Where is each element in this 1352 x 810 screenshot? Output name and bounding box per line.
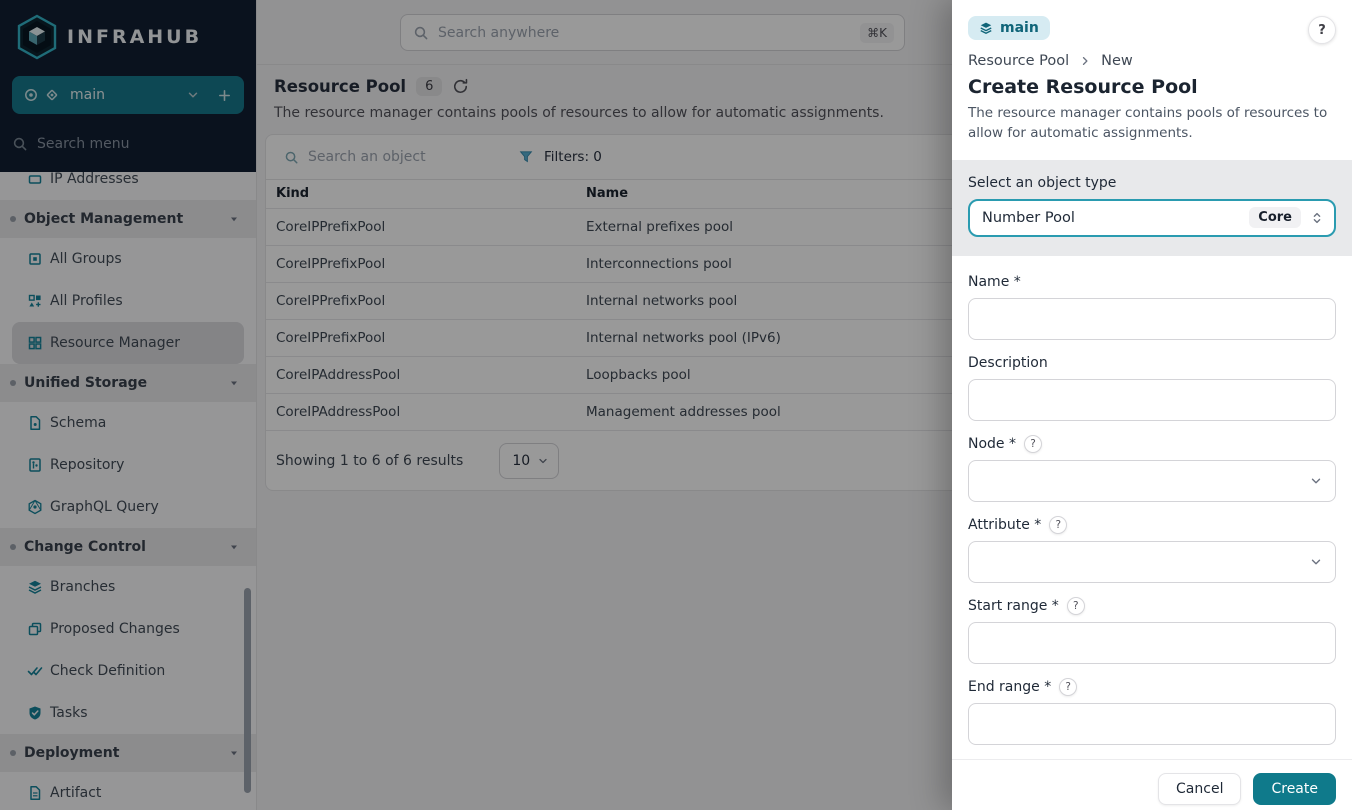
node-select-input[interactable] <box>969 461 1335 501</box>
help-icon[interactable]: ? <box>1067 597 1085 615</box>
branch-badge: main <box>968 16 1050 40</box>
modal-overlay[interactable] <box>0 0 952 810</box>
field-label: Start range * <box>968 598 1059 614</box>
field-description: Description <box>968 354 1336 421</box>
app-root: INFRAHUB main <box>0 0 1352 810</box>
field-attribute: Attribute * ? <box>968 516 1336 583</box>
help-icon[interactable]: ? <box>1059 678 1077 696</box>
field-start-range: Start range * ? <box>968 597 1336 664</box>
create-button[interactable]: Create <box>1253 773 1336 805</box>
field-label: End range * <box>968 679 1051 695</box>
namespace-badge: Core <box>1249 207 1301 228</box>
create-resource-pool-drawer: main ? Resource Pool New Create Resource… <box>952 0 1352 810</box>
field-label: Description <box>968 355 1048 371</box>
attribute-select[interactable] <box>968 541 1336 583</box>
layers-icon <box>979 21 993 35</box>
branch-badge-label: main <box>1000 20 1039 36</box>
field-label: Attribute * <box>968 517 1041 533</box>
name-input[interactable] <box>969 299 1335 339</box>
help-icon[interactable]: ? <box>1024 435 1042 453</box>
drawer-footer: Cancel Create <box>952 759 1352 810</box>
drawer-title: Create Resource Pool <box>968 76 1336 98</box>
updown-chevrons-icon <box>1310 210 1324 226</box>
help-button[interactable]: ? <box>1308 16 1336 44</box>
breadcrumb-parent[interactable]: Resource Pool <box>968 53 1069 69</box>
chevron-down-icon <box>1309 555 1323 569</box>
object-type-combobox[interactable]: Number Pool Core <box>968 199 1336 237</box>
object-type-section: Select an object type Number Pool Core <box>952 160 1352 256</box>
object-type-label: Select an object type <box>968 175 1336 191</box>
breadcrumb-current: New <box>1101 53 1133 69</box>
field-end-range: End range * ? <box>968 678 1336 745</box>
breadcrumb: Resource Pool New <box>968 53 1336 69</box>
chevron-right-icon <box>1079 55 1091 67</box>
field-label: Name * <box>968 274 1021 290</box>
field-name: Name * <box>968 273 1336 340</box>
chevron-down-icon <box>1309 474 1323 488</box>
field-node: Node * ? <box>968 435 1336 502</box>
cancel-button[interactable]: Cancel <box>1158 773 1241 805</box>
object-type-value: Number Pool <box>982 210 1249 226</box>
node-select[interactable] <box>968 460 1336 502</box>
field-label: Node * <box>968 436 1016 452</box>
description-input[interactable] <box>969 380 1335 420</box>
help-icon[interactable]: ? <box>1049 516 1067 534</box>
attribute-select-input[interactable] <box>969 542 1335 582</box>
start-range-input[interactable] <box>969 623 1335 663</box>
drawer-header: main ? Resource Pool New Create Resource… <box>952 0 1352 160</box>
drawer-description: The resource manager contains pools of r… <box>968 103 1340 144</box>
create-form: Name * Description Node * ? <box>952 256 1352 759</box>
end-range-input[interactable] <box>969 704 1335 744</box>
